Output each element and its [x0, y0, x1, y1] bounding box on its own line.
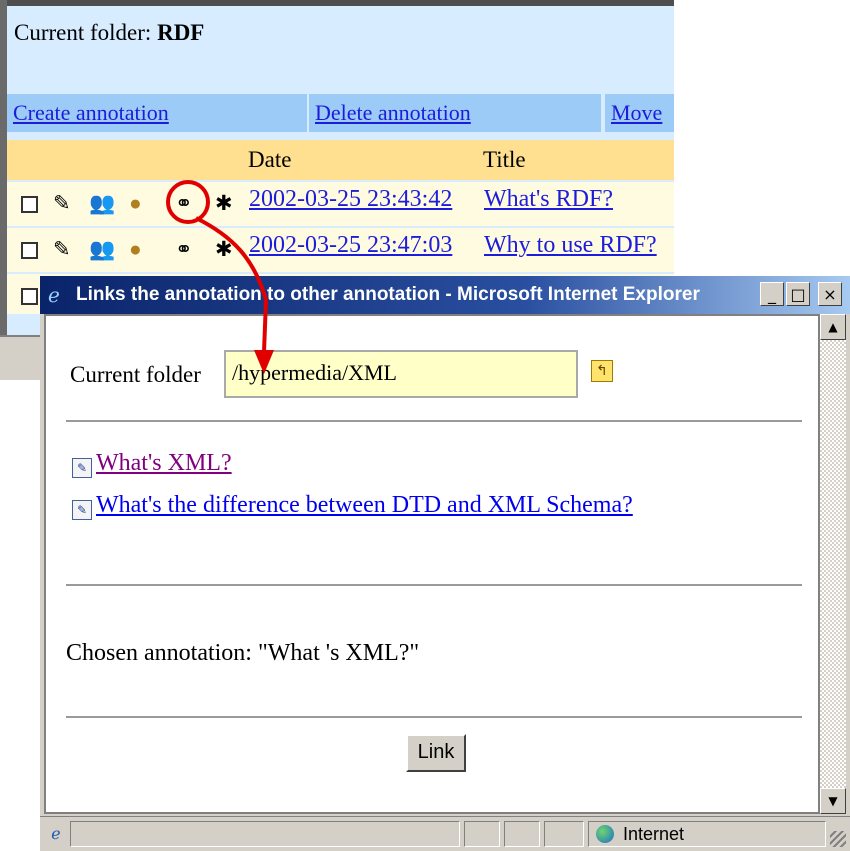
- users-icon[interactable]: 👥: [89, 238, 115, 260]
- status-text-cell: [70, 821, 460, 847]
- row-checkbox[interactable]: [21, 288, 38, 305]
- date-column-header: Date: [248, 147, 292, 172]
- close-button[interactable]: ×: [818, 282, 842, 306]
- create-annotation-cell: Create annotation: [7, 94, 307, 132]
- users-icon[interactable]: 👥: [89, 192, 115, 214]
- status-cell: [504, 821, 540, 847]
- minimize-button[interactable]: _: [760, 282, 784, 306]
- divider: [66, 420, 802, 422]
- globe-edit-icon[interactable]: ●: [129, 192, 142, 214]
- table-header: Date Title: [7, 140, 674, 180]
- scroll-up-button[interactable]: ▲: [820, 314, 846, 340]
- scroll-down-button[interactable]: ▼: [820, 788, 846, 814]
- thread-icon[interactable]: ✱: [215, 192, 233, 214]
- folder-input[interactable]: /hypermedia/XML: [224, 350, 578, 398]
- move-link[interactable]: Move: [611, 100, 662, 126]
- link-button[interactable]: Link: [406, 734, 466, 772]
- delete-annotation-link[interactable]: Delete annotation: [315, 100, 471, 126]
- annotation-item[interactable]: ✎ What's the difference between DTD and X…: [72, 492, 633, 520]
- annotation-link[interactable]: What's the difference between DTD and XM…: [96, 492, 633, 518]
- link-icon[interactable]: ⚭: [175, 192, 193, 214]
- page-icon: ℯ: [51, 824, 61, 843]
- page-content: Current folder /hypermedia/XML ↰ ✎ What's…: [44, 314, 820, 814]
- status-bar: ℯ Internet: [40, 816, 850, 851]
- move-cell: Move: [605, 94, 674, 132]
- vertical-scrollbar[interactable]: ▲ ▼: [820, 314, 846, 814]
- divider: [66, 716, 802, 718]
- internet-explorer-icon: ℯ: [48, 283, 60, 307]
- current-folder-prefix: Current folder:: [14, 20, 152, 45]
- pencil-icon[interactable]: ✎: [53, 192, 71, 214]
- status-cell: [544, 821, 584, 847]
- background-frame-left: [0, 0, 7, 335]
- resize-grip-icon[interactable]: [830, 831, 846, 847]
- annotation-link[interactable]: What's XML?: [96, 450, 232, 476]
- security-zone-text: Internet: [623, 824, 685, 844]
- row-title-link[interactable]: Why to use RDF?: [484, 232, 657, 259]
- table-row: ✎ 👥 ● ⚭ ✱ 2002-03-25 23:47:03 Why to use…: [7, 228, 674, 272]
- row-checkbox[interactable]: [21, 196, 38, 213]
- current-folder-name: RDF: [157, 20, 205, 45]
- internet-zone-globe-icon: [596, 825, 614, 843]
- action-bar: Create annotation Delete annotation Move: [7, 94, 674, 132]
- folder-up-icon[interactable]: ↰: [591, 360, 613, 382]
- annotation-item[interactable]: ✎ What's XML?: [72, 450, 232, 478]
- status-cell: [464, 821, 500, 847]
- maximize-button[interactable]: □: [786, 282, 810, 306]
- thread-icon[interactable]: ✱: [215, 238, 233, 260]
- table-row: ✎ 👥 ● ⚭ ✱ 2002-03-25 23:43:42 What's RDF…: [7, 182, 674, 226]
- pencil-icon[interactable]: ✎: [53, 238, 71, 260]
- divider: [66, 584, 802, 586]
- annotation-icon: ✎: [72, 458, 92, 478]
- folder-label: Current folder: [70, 362, 201, 387]
- window-title: Links the annotation to other annotation…: [76, 284, 700, 305]
- row-checkbox[interactable]: [21, 242, 38, 259]
- background-status-strip: [0, 335, 44, 380]
- popup-window: ℯ Links the annotation to other annotati…: [40, 276, 850, 851]
- row-date-link[interactable]: 2002-03-25 23:47:03: [249, 232, 452, 259]
- title-bar[interactable]: ℯ Links the annotation to other annotati…: [40, 276, 850, 314]
- chosen-annotation-text: Chosen annotation: "What 's XML?": [66, 640, 420, 666]
- create-annotation-link[interactable]: Create annotation: [13, 100, 169, 126]
- globe-edit-icon[interactable]: ●: [129, 238, 142, 260]
- delete-annotation-cell: Delete annotation: [309, 94, 601, 132]
- link-icon[interactable]: ⚭: [175, 238, 193, 260]
- row-date-link[interactable]: 2002-03-25 23:43:42: [249, 186, 452, 213]
- row-title-link[interactable]: What's RDF?: [484, 186, 613, 213]
- annotation-icon: ✎: [72, 500, 92, 520]
- current-folder-heading: Current folder: RDF: [14, 20, 204, 46]
- title-column-header: Title: [483, 147, 526, 172]
